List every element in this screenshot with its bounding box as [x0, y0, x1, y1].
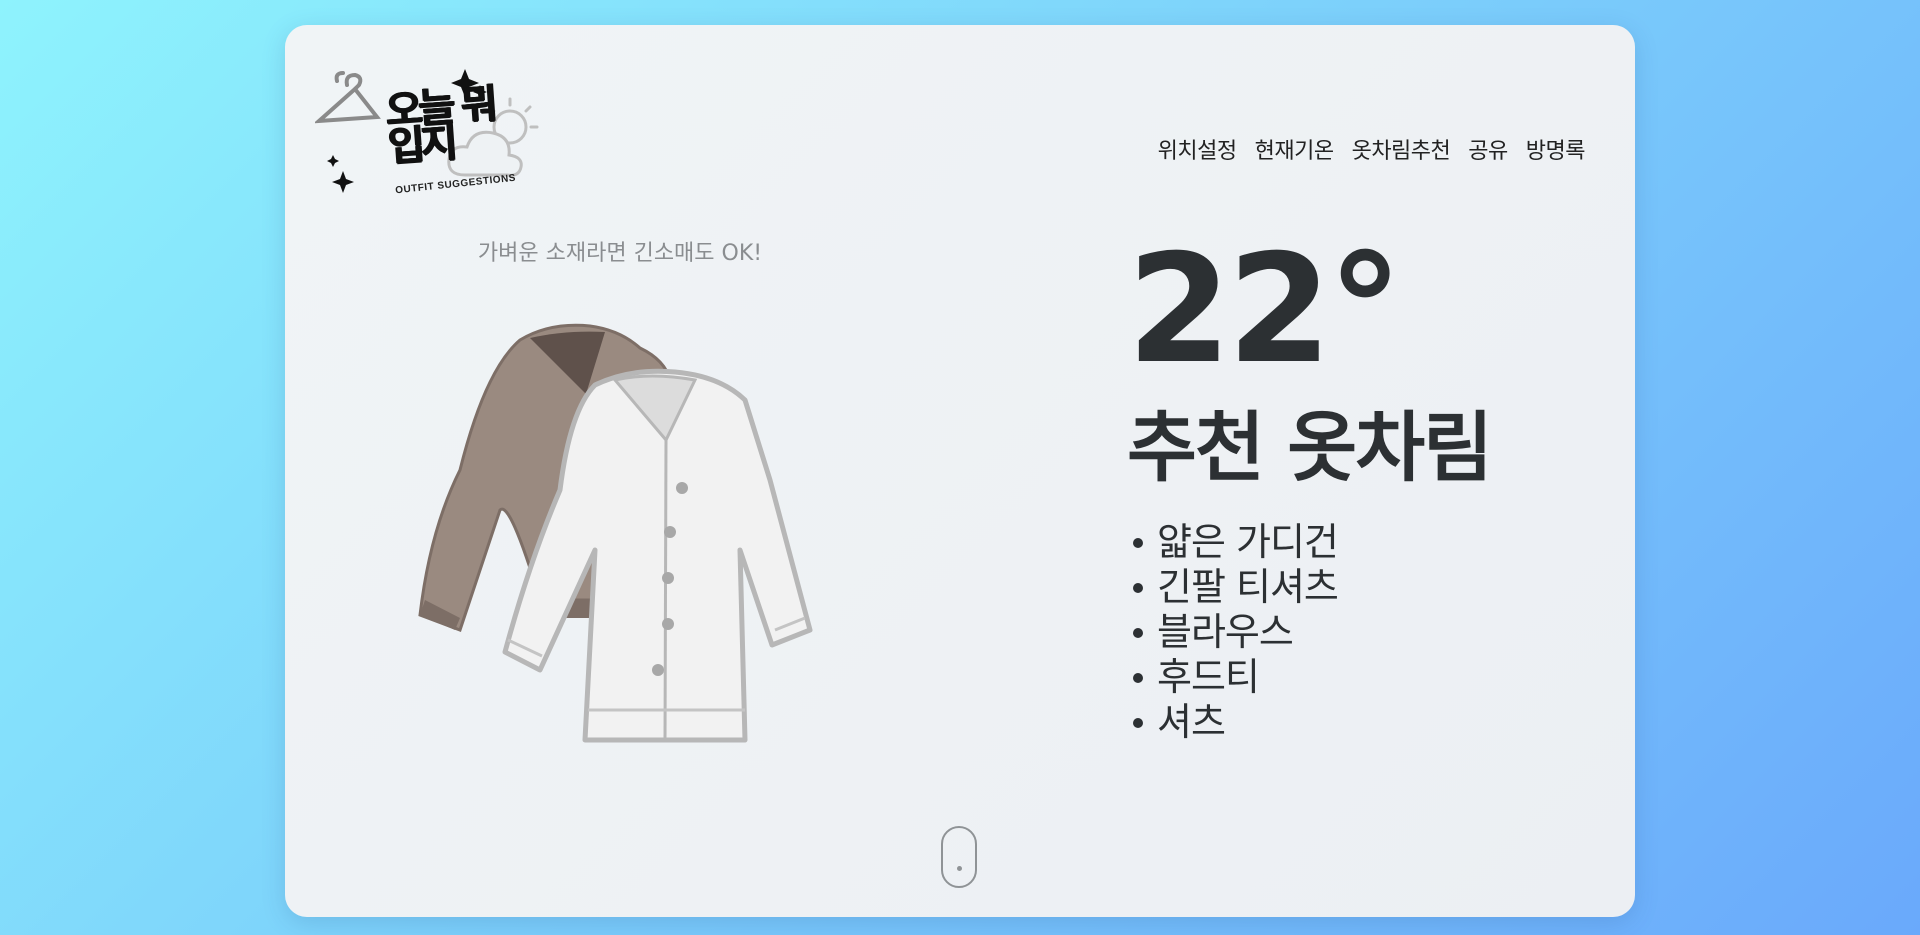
- scroll-dot: [957, 866, 962, 871]
- recommend-item: 긴팔 티셔츠: [1157, 565, 1339, 609]
- nav-item-outfit[interactable]: 옷차림추천: [1352, 133, 1451, 165]
- bullet-icon: [1133, 717, 1143, 728]
- logo-title: 오늘 뭐입지: [384, 81, 496, 171]
- outfit-caption-wrap: 가벼운 소재라면 긴소매도 OK!: [410, 235, 830, 267]
- recommend-list: 얇은 가디건 긴팔 티셔츠 블라우스 후드티 셔츠: [1127, 520, 1339, 745]
- nav-item-current-temp[interactable]: 현재기온: [1255, 133, 1334, 165]
- main-card: 오늘 뭐입지 OUTFIT SUGGESTIONS 위치설정 현재기온 옷차림추…: [285, 25, 1635, 917]
- nav-item-share[interactable]: 공유: [1468, 133, 1508, 165]
- recommend-item: 블라우스: [1157, 610, 1294, 654]
- list-item: 얇은 가디건: [1127, 520, 1339, 565]
- nav-item-guestbook[interactable]: 방명록: [1526, 133, 1586, 165]
- list-item: 긴팔 티셔츠: [1127, 565, 1339, 610]
- bullet-icon: [1133, 537, 1143, 548]
- logo[interactable]: 오늘 뭐입지 OUTFIT SUGGESTIONS: [315, 47, 565, 207]
- recommend-title: 추천 옷차림: [1127, 403, 1493, 492]
- current-temperature: 22°: [1127, 223, 1403, 397]
- bullet-icon: [1133, 672, 1143, 683]
- nav-item-location[interactable]: 위치설정: [1158, 133, 1237, 165]
- cardigans-illustration: [418, 323, 813, 743]
- main-nav: 위치설정 현재기온 옷차림추천 공유 방명록: [1158, 133, 1586, 165]
- list-item: 후드티: [1127, 655, 1338, 700]
- list-item: 블라우스: [1127, 610, 1338, 655]
- list-item: 셔츠: [1127, 700, 1338, 745]
- hanger-icon: [315, 71, 381, 124]
- recommend-item: 후드티: [1157, 655, 1260, 699]
- mouse-scroll-icon[interactable]: [941, 826, 977, 888]
- recommend-item: 셔츠: [1157, 700, 1226, 744]
- outfit-caption: 가벼운 소재라면 긴소매도 OK!: [477, 241, 763, 266]
- bullet-icon: [1133, 627, 1143, 638]
- bullet-icon: [1133, 582, 1143, 593]
- recommend-item: 얇은 가디건: [1157, 520, 1339, 564]
